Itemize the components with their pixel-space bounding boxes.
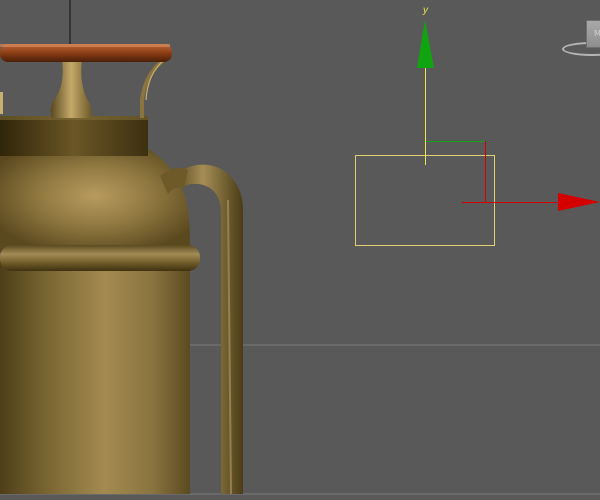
- gizmo-x-arrow[interactable]: [558, 193, 600, 211]
- gizmo-y-axis-label: y: [423, 5, 428, 16]
- bail-wire: [140, 58, 166, 118]
- scene-render[interactable]: [0, 0, 600, 500]
- lantern-body[interactable]: [0, 262, 190, 494]
- viewport-canvas[interactable]: y M: [0, 0, 600, 500]
- left-bracket: [0, 92, 3, 114]
- lantern-neck[interactable]: [50, 60, 92, 118]
- selection-box: [355, 155, 495, 246]
- lantern-shoulder[interactable]: [0, 150, 190, 252]
- lantern-ring[interactable]: [0, 245, 200, 271]
- gizmo-y-arrow[interactable]: [417, 20, 434, 68]
- viewcube-label: M: [594, 29, 600, 38]
- viewcube-face[interactable]: M: [586, 20, 600, 48]
- lantern-collar[interactable]: [0, 116, 148, 156]
- viewcube-icon[interactable]: M: [562, 18, 600, 58]
- lid-rim: [0, 44, 170, 47]
